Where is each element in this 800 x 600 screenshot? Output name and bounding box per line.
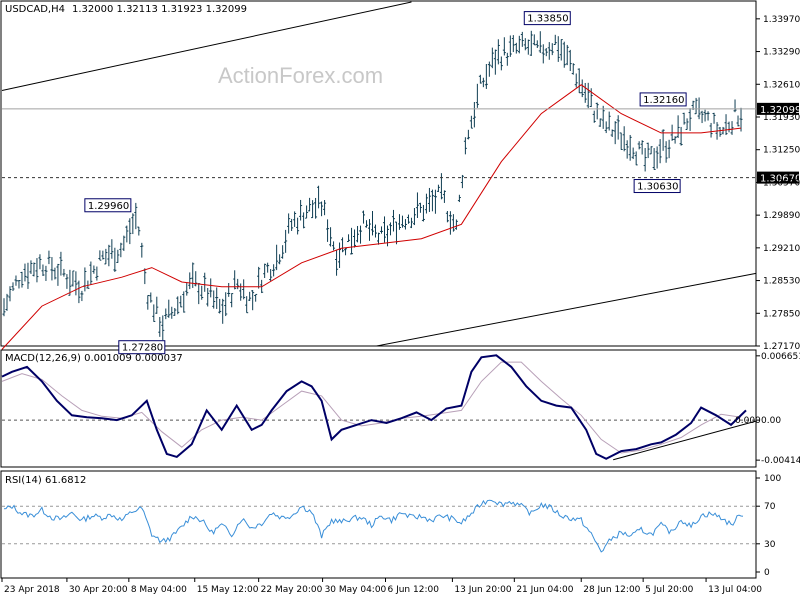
macd-lines [1, 354, 747, 460]
price-annotation-label: 1.30630 [637, 182, 678, 193]
moving-average-line [1, 84, 742, 350]
macd-y-axis: 0.006651 0.00 -0.004145 0.000 [735, 352, 800, 466]
time-tick-label: 23 Apr 2018 [4, 585, 60, 595]
time-tick-label: 5 Jul 20:00 [645, 585, 694, 595]
forex-chart: ActionForex.com 1.320991.30670 1.338501.… [0, 0, 800, 595]
time-tick-label: 28 Jun 12:00 [583, 585, 640, 595]
price-tick-label: 1.32610 [763, 80, 800, 90]
rsi-tick-label: 100 [764, 474, 781, 484]
macd-tick-label: 0.00 [761, 416, 781, 426]
price-annotation-label: 1.29960 [88, 201, 129, 212]
price-tick-label: 1.27850 [763, 309, 800, 319]
price-annotation-label: 1.32160 [643, 95, 684, 106]
watermark: ActionForex.com [218, 63, 383, 88]
time-tick-label: 22 May 20:00 [261, 585, 323, 595]
price-tick-label: 1.30570 [763, 178, 800, 188]
price-tick-label: 1.29890 [763, 211, 800, 221]
time-tick-label: 15 May 12:00 [197, 585, 259, 595]
price-tick-label: 1.31250 [763, 146, 800, 156]
rsi-panel-frame [0, 470, 757, 579]
macd-main-line [1, 354, 747, 460]
macd-tick-label: 0.006651 [761, 352, 800, 362]
time-tick-label: 13 Jun 20:00 [454, 585, 511, 595]
time-tick-label: 30 Apr 20:00 [69, 585, 128, 595]
price-tick-label: 1.33970 [763, 15, 800, 25]
macd-signal-line [1, 361, 742, 454]
rsi-title: RSI(14) 61.6812 [5, 475, 86, 486]
price-annotations: 1.338501.321601.306301.299601.27280 [84, 11, 687, 355]
macd-title: MACD(12,26,9) 0.001009 0.000037 [5, 353, 183, 364]
price-y-axis: 1.33970 1.33290 1.32610 1.31930 1.31250 1.305… [756, 15, 800, 352]
macd-tick-label: -0.004145 [761, 456, 800, 466]
channel-lower-line [376, 272, 757, 347]
chart-symbol: USDCAD,H4 [5, 4, 65, 15]
price-tick-label: 1.27170 [763, 342, 800, 352]
time-tick-label: 6 Jun 12:00 [387, 585, 439, 595]
price-annotation-label: 1.33850 [527, 14, 568, 25]
time-tick-label: 13 Jul 04:00 [708, 585, 762, 595]
price-tick-label: 1.28530 [763, 277, 800, 287]
rsi-level-lines [2, 505, 756, 545]
price-tick-label: 1.33290 [763, 48, 800, 58]
moving-average-path [1, 84, 742, 350]
macd-zero-label: 0.000 [735, 416, 761, 426]
time-tick-label: 8 May 04:00 [131, 585, 187, 595]
rsi-tick-label: 70 [764, 502, 776, 512]
time-axis: 23 Apr 2018 30 Apr 20:00 8 May 04:00 15 May… [1, 578, 762, 595]
time-tick-label: 21 Jun 04:00 [516, 585, 573, 595]
price-channel-lines [1, 1, 757, 347]
price-tick-label: 1.31930 [763, 113, 800, 123]
price-panel-frame [0, 0, 757, 347]
rsi-tick-label: 0 [764, 568, 770, 578]
time-tick-label: 30 May 04:00 [325, 585, 387, 595]
price-tick-label: 1.29210 [763, 244, 800, 254]
rsi-tick-label: 30 [764, 540, 776, 550]
rsi-y-axis: 100 70 30 0 [756, 474, 781, 578]
chart-ohlc: 1.32000 1.32113 1.31923 1.32099 [72, 4, 247, 15]
